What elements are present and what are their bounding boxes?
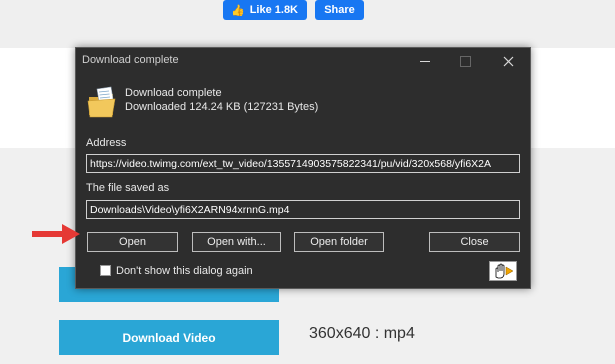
page-header-area xyxy=(0,0,615,48)
format-label: 360x640 : mp4 xyxy=(309,325,415,342)
facebook-like-label: Like 1.8K xyxy=(249,4,299,16)
minimize-button[interactable] xyxy=(405,48,445,74)
maximize-icon xyxy=(459,55,471,67)
address-field[interactable] xyxy=(86,154,520,173)
address-label: Address xyxy=(86,137,127,149)
download-complete-dialog: Download complete Download complete Down… xyxy=(75,47,531,289)
dont-show-checkbox[interactable] xyxy=(100,265,111,276)
file-saved-label: The file saved as xyxy=(86,182,170,194)
download-video-button[interactable]: Download Video xyxy=(59,320,279,355)
status-text: Download complete xyxy=(125,87,222,99)
close-button[interactable]: Close xyxy=(429,232,520,252)
open-with-button[interactable]: Open with... xyxy=(192,232,281,252)
open-button[interactable]: Open xyxy=(87,232,178,252)
pointer-arrow-icon xyxy=(32,224,80,244)
dialog-titlebar[interactable]: Download complete xyxy=(76,48,530,74)
drag-hand-icon[interactable] xyxy=(489,261,517,281)
facebook-like-button[interactable]: 👍 Like 1.8K xyxy=(223,0,307,20)
maximize-button xyxy=(445,48,485,74)
close-window-button[interactable] xyxy=(488,48,528,74)
dont-show-label[interactable]: Don't show this dialog again xyxy=(116,265,253,277)
folder-icon xyxy=(87,86,116,118)
downloaded-size-text: Downloaded 124.24 KB (127231 Bytes) xyxy=(125,101,319,113)
open-folder-button[interactable]: Open folder xyxy=(294,232,384,252)
thumbs-up-icon: 👍 xyxy=(231,4,245,17)
close-icon xyxy=(503,56,513,66)
minimize-icon xyxy=(420,60,430,62)
dialog-title: Download complete xyxy=(82,54,179,66)
hand-icon xyxy=(495,263,514,279)
file-path-field[interactable] xyxy=(86,200,520,219)
facebook-share-button[interactable]: Share xyxy=(315,0,364,20)
